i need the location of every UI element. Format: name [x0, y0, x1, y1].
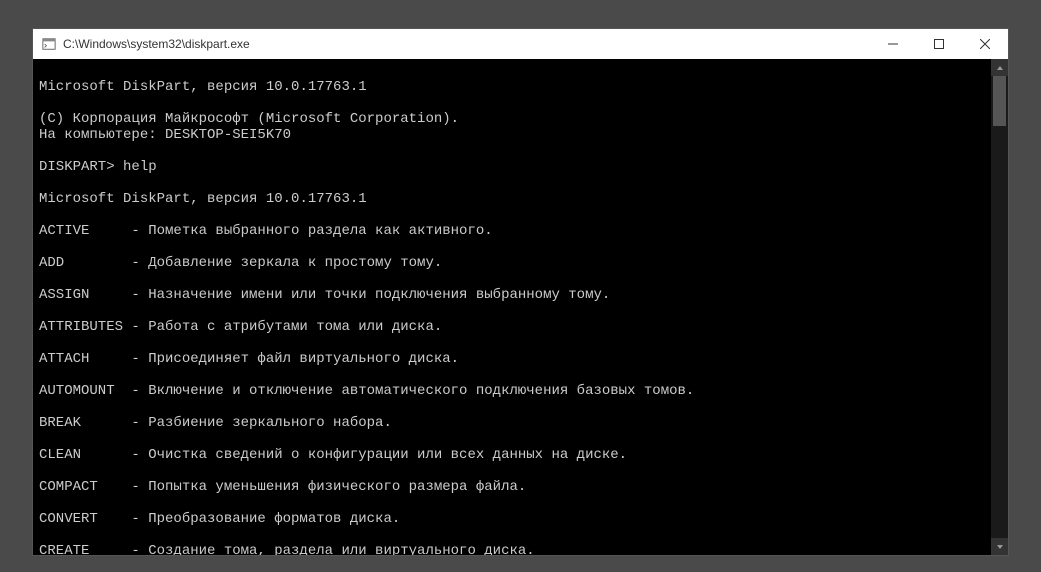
help-row: ATTACH- Присоединяет файл виртуального д…	[39, 351, 985, 367]
help-row: ADD- Добавление зеркала к простому тому.	[39, 255, 985, 271]
console-output[interactable]: Microsoft DiskPart, версия 10.0.17763.1 …	[33, 59, 991, 555]
cmd-name: ASSIGN	[39, 287, 131, 303]
cmd-desc: - Включение и отключение автоматического…	[131, 383, 694, 399]
cmd-desc: - Очистка сведений о конфигурации или вс…	[131, 447, 627, 463]
vertical-scrollbar[interactable]	[991, 59, 1008, 555]
cmd-desc: - Создание тома, раздела или виртуальног…	[131, 543, 534, 555]
window-title: C:\Windows\system32\diskpart.exe	[63, 37, 250, 51]
titlebar[interactable]: C:\Windows\system32\diskpart.exe	[33, 29, 1008, 59]
help-row: BREAK- Разбиение зеркального набора.	[39, 415, 985, 431]
cmd-name: ACTIVE	[39, 223, 131, 239]
close-button[interactable]	[962, 29, 1008, 59]
cmd-name: CONVERT	[39, 511, 131, 527]
cmd-desc: - Присоединяет файл виртуального диска.	[131, 351, 459, 367]
console-line: (C) Корпорация Майкрософт (Microsoft Cor…	[39, 111, 459, 127]
cmd-desc: - Назначение имени или точки подключения…	[131, 287, 610, 303]
cmd-name: ATTRIBUTES	[39, 319, 131, 335]
cmd-desc: - Работа с атрибутами тома или диска.	[131, 319, 442, 335]
minimize-button[interactable]	[870, 29, 916, 59]
cmd-name: ADD	[39, 255, 131, 271]
console-area: Microsoft DiskPart, версия 10.0.17763.1 …	[33, 59, 1008, 555]
cmd-name: COMPACT	[39, 479, 131, 495]
console-line: Microsoft DiskPart, версия 10.0.17763.1	[39, 191, 367, 207]
cmd-desc: - Разбиение зеркального набора.	[131, 415, 391, 431]
cmd-desc: - Попытка уменьшения физического размера…	[131, 479, 526, 495]
help-row: CONVERT- Преобразование форматов диска.	[39, 511, 985, 527]
help-row: ACTIVE- Пометка выбранного раздела как а…	[39, 223, 985, 239]
cmd-desc: - Преобразование форматов диска.	[131, 511, 400, 527]
diskpart-window: C:\Windows\system32\diskpart.exe Microso…	[32, 28, 1009, 556]
help-row: ATTRIBUTES- Работа с атрибутами тома или…	[39, 319, 985, 335]
help-row: ASSIGN- Назначение имени или точки подкл…	[39, 287, 985, 303]
help-row: CREATE- Создание тома, раздела или вирту…	[39, 543, 985, 555]
console-line: Microsoft DiskPart, версия 10.0.17763.1	[39, 79, 367, 95]
console-icon	[41, 36, 57, 52]
cmd-desc: - Добавление зеркала к простому тому.	[131, 255, 442, 271]
cmd-name: CLEAN	[39, 447, 131, 463]
cmd-name: CREATE	[39, 543, 131, 555]
help-row: CLEAN- Очистка сведений о конфигурации и…	[39, 447, 985, 463]
maximize-button[interactable]	[916, 29, 962, 59]
help-row: COMPACT- Попытка уменьшения физического …	[39, 479, 985, 495]
scroll-thumb[interactable]	[993, 76, 1006, 126]
cmd-name: AUTOMOUNT	[39, 383, 131, 399]
scroll-up-button[interactable]	[991, 59, 1008, 76]
scroll-down-button[interactable]	[991, 538, 1008, 555]
cmd-desc: - Пометка выбранного раздела как активно…	[131, 223, 492, 239]
cmd-name: ATTACH	[39, 351, 131, 367]
console-line: На компьютере: DESKTOP-SEI5K70	[39, 127, 291, 143]
help-row: AUTOMOUNT- Включение и отключение автома…	[39, 383, 985, 399]
cmd-name: BREAK	[39, 415, 131, 431]
console-prompt: DISKPART> help	[39, 159, 157, 175]
